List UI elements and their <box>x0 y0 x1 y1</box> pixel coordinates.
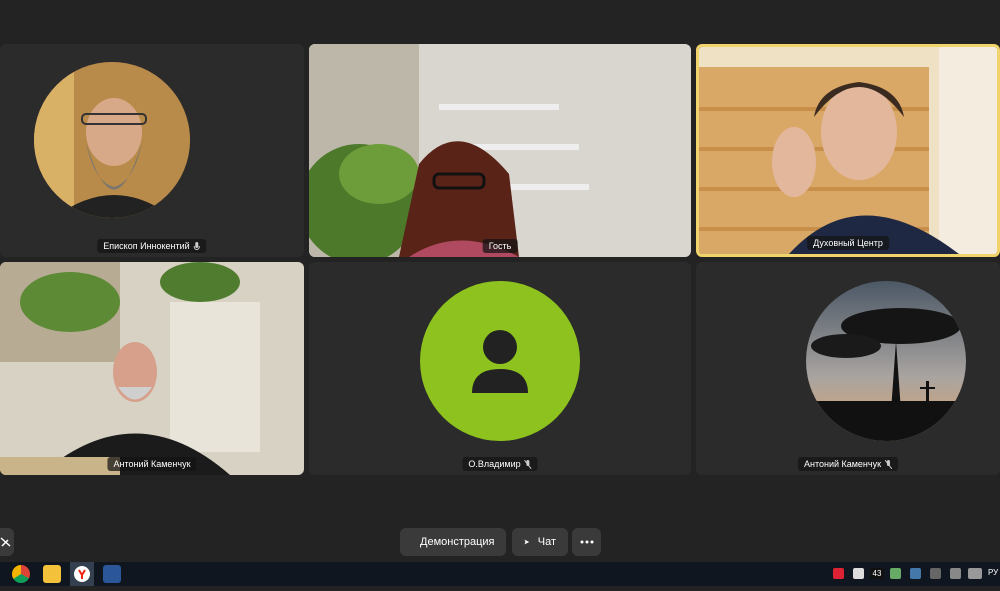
tray-app-icon[interactable] <box>910 568 921 579</box>
yandex-browser-icon[interactable] <box>70 562 94 586</box>
mic-muted-icon <box>885 459 893 469</box>
participant-name: Епископ Иннокентий <box>97 239 207 253</box>
more-icon <box>580 540 593 544</box>
video-feed <box>0 262 304 475</box>
camera-off-button[interactable] <box>0 528 14 556</box>
taskbar: 43 РУ <box>0 562 1000 586</box>
participant-name: Гость <box>482 239 518 253</box>
participant-name: Духовный Центр <box>807 236 889 250</box>
camera-off-icon <box>0 537 11 547</box>
tray-app-icon[interactable] <box>930 568 941 579</box>
participant-tile[interactable]: Епископ Иннокентий <box>0 44 304 257</box>
folder-icon[interactable] <box>43 565 61 583</box>
tray-app-icon[interactable] <box>853 568 864 579</box>
word-icon[interactable] <box>103 565 121 583</box>
tray-number-badge[interactable]: 43 <box>870 568 884 579</box>
participant-name: Антоний Каменчук <box>797 457 899 471</box>
participant-tile-active[interactable]: Духовный Центр <box>696 44 1000 257</box>
more-options-button[interactable] <box>572 528 601 556</box>
keyboard-icon[interactable] <box>968 568 982 579</box>
avatar-placeholder <box>420 281 580 441</box>
screen-share-button[interactable]: Демонстрация <box>400 528 506 556</box>
chat-label: Чат <box>537 536 556 548</box>
mic-icon <box>194 241 201 250</box>
person-icon <box>472 330 528 393</box>
language-indicator[interactable]: РУ <box>988 568 998 577</box>
mic-muted-icon <box>524 459 532 469</box>
video-feed <box>309 44 691 257</box>
participant-name: О.Владимир <box>462 457 538 471</box>
screen-share-label: Демонстрация <box>420 536 495 548</box>
avatar <box>806 281 966 441</box>
chat-button[interactable]: Чат <box>512 528 568 556</box>
avatar <box>34 62 190 218</box>
participant-tile[interactable]: О.Владимир <box>309 262 691 475</box>
send-icon <box>524 539 530 545</box>
participant-tile[interactable]: Антоний Каменчук <box>696 262 1000 475</box>
video-feed <box>699 47 997 254</box>
chrome-icon[interactable] <box>12 565 30 583</box>
participant-tile[interactable]: Гость <box>309 44 691 257</box>
participant-tile[interactable]: Антоний Каменчук <box>0 262 304 475</box>
volume-icon[interactable] <box>950 568 961 579</box>
participant-name: Антоний Каменчук <box>107 457 197 471</box>
tray-app-icon[interactable] <box>833 568 844 579</box>
tray-app-icon[interactable] <box>890 568 901 579</box>
